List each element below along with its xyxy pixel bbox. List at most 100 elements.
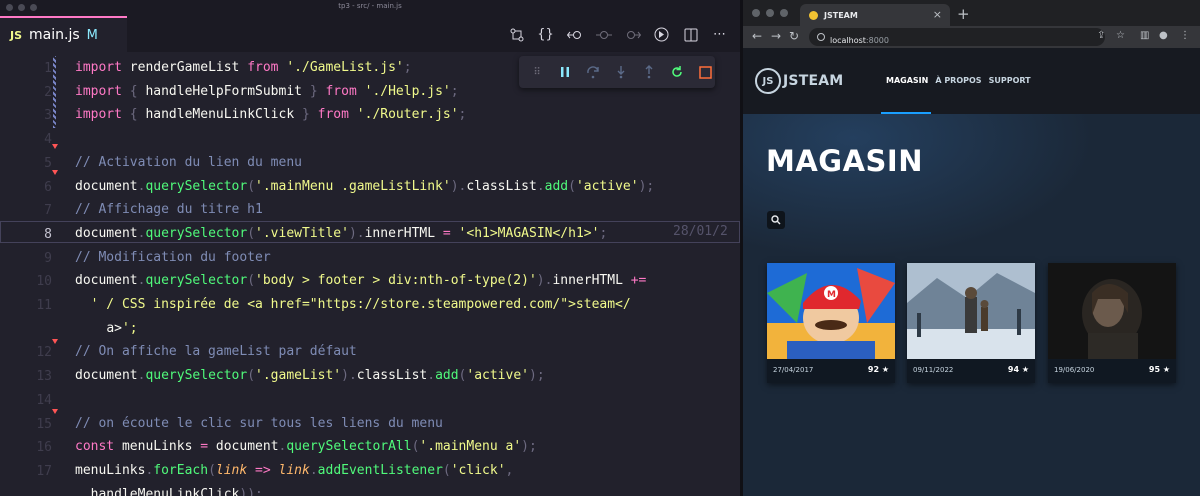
site-header: JS JSTEAM MAGASIN À PROPOS SUPPORT <box>743 48 1200 114</box>
line-number: 1 <box>44 61 52 76</box>
address-bar[interactable]: localhost:8000 <box>809 28 1105 46</box>
code-editor: tp3 - src/ - main.js JS main.js M {} ⋯ ⠿… <box>0 0 740 496</box>
logo-text: JSTEAM <box>783 73 844 89</box>
code-line[interactable]: menuLinks.forEach(link => link.addEventL… <box>75 459 513 483</box>
tab-main-js[interactable]: JS main.js M <box>0 16 127 52</box>
line-number: 17 <box>36 463 52 479</box>
source-control-icon[interactable] <box>508 26 525 43</box>
side-panel-icon[interactable]: ▥ <box>1140 30 1149 41</box>
browser-maximize-button[interactable] <box>780 9 788 17</box>
js-file-icon: JS <box>10 28 23 42</box>
active-menu-indicator <box>881 112 931 114</box>
code-line[interactable]: document.querySelector('.mainMenu .gameL… <box>75 175 654 199</box>
modified-badge: M <box>86 27 98 43</box>
close-tab-icon[interactable]: × <box>933 8 942 21</box>
tab-filename: main.js <box>29 27 80 43</box>
git-change-marker[interactable] <box>53 56 56 128</box>
code-line[interactable]: const menuLinks = document.querySelector… <box>75 435 537 459</box>
menu-link-a-propos[interactable]: À PROPOS <box>935 76 981 85</box>
code-line[interactable]: handleMenuLinkClick)); <box>75 483 263 496</box>
code-line[interactable]: // On affiche la gameList par défaut <box>75 340 357 364</box>
editor-tab-bar: JS main.js M {} ⋯ <box>0 16 740 52</box>
code-line[interactable]: import { handleHelpFormSubmit } from './… <box>75 80 459 104</box>
line-number: 6 <box>44 179 52 195</box>
code-line[interactable]: import { handleMenuLinkClick } from './R… <box>75 103 466 127</box>
debug-icon[interactable] <box>653 26 670 43</box>
step-over-icon[interactable] <box>585 64 601 80</box>
code-line[interactable]: document.querySelector('body > footer > … <box>75 269 646 293</box>
code-line[interactable]: document.querySelector('.gameList').clas… <box>75 364 545 388</box>
game-card[interactable]: 19/06/2020 95 ★ <box>1048 263 1176 383</box>
browser-tab-jsteam[interactable]: JSTEAM × <box>800 4 950 26</box>
forward-arrow-icon[interactable]: → <box>771 29 781 43</box>
browser-minimize-button[interactable] <box>766 9 774 17</box>
code-line[interactable]: a>'; <box>75 317 137 341</box>
code-line[interactable]: // Modification du footer <box>75 246 271 270</box>
code-line[interactable]: import renderGameList from './GameList.j… <box>75 56 412 80</box>
code-line[interactable]: // Affichage du titre h1 <box>75 198 263 222</box>
line-number: 16 <box>36 440 52 456</box>
game-score: 95 ★ <box>1148 365 1170 374</box>
game-score: 94 ★ <box>1007 365 1029 374</box>
site-info-icon[interactable] <box>817 33 825 41</box>
pause-icon[interactable] <box>557 64 573 80</box>
browser-window: JSTEAM × + ← → ↻ localhost:8000 ⇪ ☆ ▥ ● … <box>743 0 1200 496</box>
back-arrow-icon[interactable]: ← <box>752 29 762 43</box>
browser-toolbar: ← → ↻ localhost:8000 ⇪ ☆ ▥ ● ⋮ <box>743 26 1200 48</box>
breakpoint-marker[interactable] <box>52 339 58 344</box>
step-into-icon[interactable] <box>613 64 629 80</box>
profile-icon[interactable]: ● <box>1159 30 1168 41</box>
stop-icon[interactable] <box>697 64 713 80</box>
browser-tab-title: JSTEAM <box>824 10 858 20</box>
search-button[interactable] <box>767 211 785 229</box>
line-number-gutter: 1 2 3 4 5 6 7 8 9 10 11 12 13 14 15 16 17 <box>0 52 70 496</box>
go-back-icon[interactable] <box>566 26 583 43</box>
braces-icon[interactable]: {} <box>537 26 554 43</box>
url-host: localhost <box>830 35 866 45</box>
game-thumbnail: M <box>767 263 895 359</box>
browser-tab-strip: JSTEAM × + <box>743 0 1200 26</box>
game-release-date: 19/06/2020 <box>1054 366 1095 374</box>
dot-icon[interactable] <box>595 26 612 43</box>
star-icon: ★ <box>1162 365 1170 374</box>
restart-icon[interactable] <box>669 64 685 80</box>
site-logo[interactable]: JS JSTEAM <box>755 68 843 94</box>
line-number: 13 <box>36 369 52 385</box>
line-number: 4 <box>44 132 52 148</box>
breakpoint-marker[interactable] <box>52 144 58 149</box>
more-icon[interactable]: ⋯ <box>711 26 728 43</box>
menu-link-magasin[interactable]: MAGASIN <box>886 76 928 85</box>
menu-link-support[interactable]: SUPPORT <box>989 76 1031 85</box>
view-title: MAGASIN <box>766 144 923 178</box>
share-icon[interactable]: ⇪ <box>1097 30 1105 41</box>
debug-toolbar: ⠿ <box>519 56 715 88</box>
bookmark-star-icon[interactable]: ☆ <box>1116 30 1125 41</box>
line-number: 5 <box>44 155 52 171</box>
line-number: 9 <box>44 250 52 266</box>
browser-close-button[interactable] <box>752 9 760 17</box>
line-number: 10 <box>36 274 52 290</box>
code-line[interactable]: document.querySelector('.viewTitle').inn… <box>75 222 607 246</box>
breakpoint-marker[interactable] <box>52 409 58 414</box>
go-forward-icon[interactable] <box>624 26 641 43</box>
game-card[interactable]: 09/11/2022 94 ★ <box>907 263 1035 383</box>
game-card[interactable]: M 27/04/2017 92 ★ <box>767 263 895 383</box>
inline-blame: 28/01/2 <box>673 224 728 239</box>
game-score: 92 ★ <box>867 365 889 374</box>
new-tab-icon[interactable]: + <box>957 5 970 23</box>
logo-mark: JS <box>755 68 781 94</box>
favicon-icon <box>809 10 818 20</box>
breakpoint-marker[interactable] <box>52 170 58 175</box>
game-thumbnail <box>907 263 1035 359</box>
step-out-icon[interactable] <box>641 64 657 80</box>
drag-handle-icon[interactable]: ⠿ <box>529 64 545 80</box>
reload-icon[interactable]: ↻ <box>789 29 799 43</box>
code-line[interactable]: // on écoute le clic sur tous les liens … <box>75 412 443 436</box>
code-line[interactable]: // Activation du lien du menu <box>75 151 302 175</box>
game-thumbnail <box>1048 263 1176 359</box>
line-number: 14 <box>36 392 52 408</box>
browser-menu-icon[interactable]: ⋮ <box>1180 30 1190 41</box>
line-number: 11 <box>36 298 52 313</box>
split-editor-icon[interactable] <box>682 26 699 43</box>
code-line[interactable]: ' / CSS inspirée de <a href="https://sto… <box>75 293 631 317</box>
